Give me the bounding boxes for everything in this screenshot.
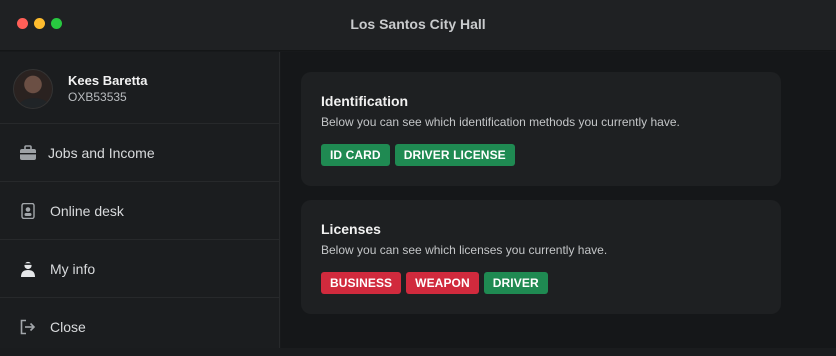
identification-description: Below you can see which identification m… <box>321 115 680 129</box>
app-window: Los Santos City Hall Kees Baretta OXB535… <box>0 0 836 348</box>
licenses-badges: BUSINESS WEAPON DRIVER <box>321 272 548 294</box>
main-content: Identification Below you can see which i… <box>281 52 836 348</box>
identification-card: Identification Below you can see which i… <box>301 72 781 186</box>
badge-business: BUSINESS <box>321 272 402 294</box>
user-icon <box>21 261 35 277</box>
logout-icon <box>20 319 36 335</box>
sidebar-item-close[interactable]: Close <box>0 298 280 356</box>
avatar <box>13 69 53 109</box>
profile-card: Kees Baretta OXB53535 <box>0 52 280 124</box>
avatar-body <box>18 98 50 108</box>
desk-icon <box>21 203 35 219</box>
identification-title: Identification <box>321 93 409 109</box>
sidebar-item-label: Jobs and Income <box>48 145 155 161</box>
profile-name: Kees Baretta <box>68 73 148 88</box>
sidebar-item-label: My info <box>50 261 96 277</box>
licenses-title: Licenses <box>321 221 381 237</box>
sidebar-item-online-desk[interactable]: Online desk <box>0 182 280 240</box>
sidebar-item-label: Close <box>50 319 86 335</box>
sidebar: Kees Baretta OXB53535 Jobs and Income On… <box>0 52 280 348</box>
sidebar-item-label: Online desk <box>50 203 124 219</box>
badge-weapon: WEAPON <box>406 272 479 294</box>
badge-driver-license: DRIVER LICENSE <box>394 144 515 166</box>
sidebar-item-my-info[interactable]: My info <box>0 240 280 298</box>
title-bar: Los Santos City Hall <box>0 0 836 51</box>
licenses-description: Below you can see which licenses you cur… <box>321 243 608 257</box>
profile-id: OXB53535 <box>68 90 127 104</box>
sidebar-item-jobs-and-income[interactable]: Jobs and Income <box>0 124 280 182</box>
window-title: Los Santos City Hall <box>350 16 486 32</box>
badge-driver: DRIVER <box>483 272 548 294</box>
badge-id-card: ID CARD <box>321 144 390 166</box>
licenses-card: Licenses Below you can see which license… <box>301 200 781 314</box>
identification-badges: ID CARD DRIVER LICENSE <box>321 144 515 166</box>
briefcase-icon <box>20 145 36 160</box>
